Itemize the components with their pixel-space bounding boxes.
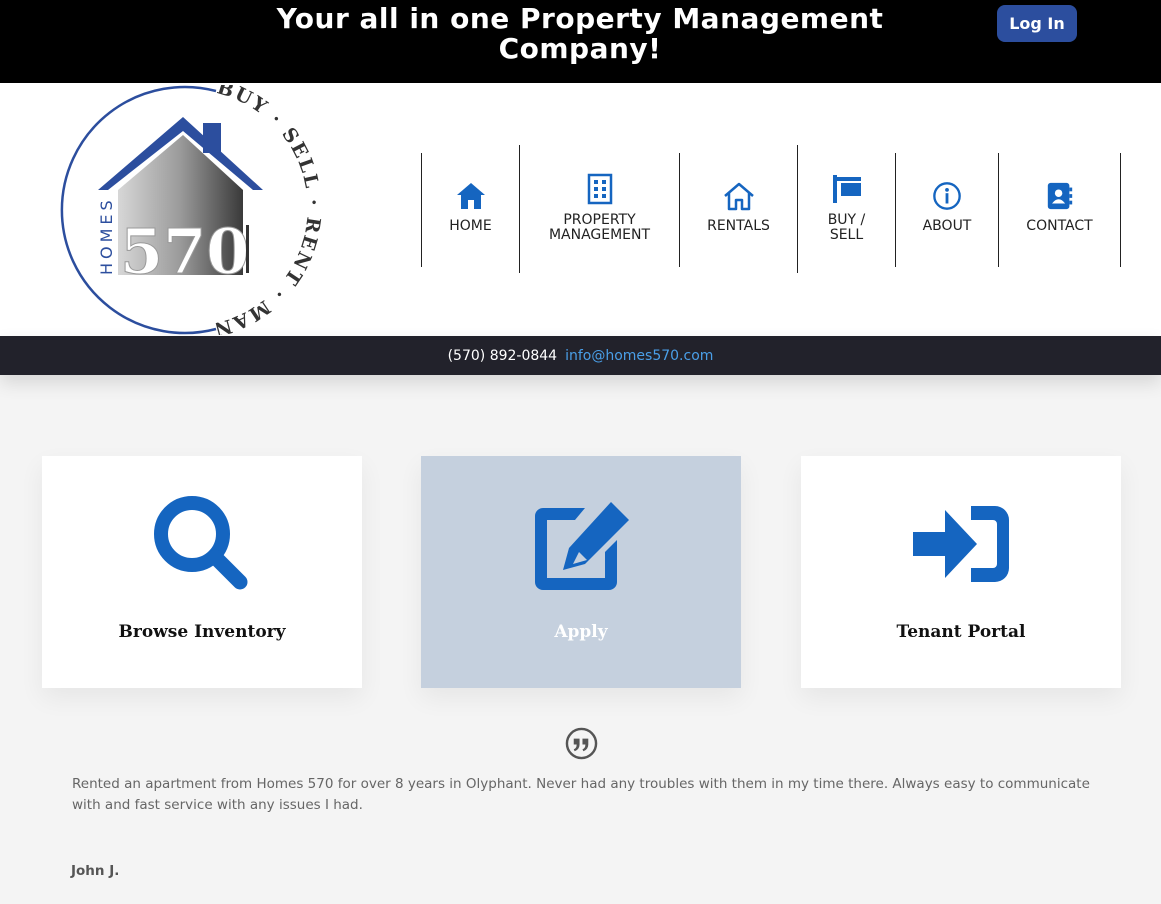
tenant-portal-card[interactable]: Tenant Portal	[801, 456, 1121, 688]
address-book-icon	[1047, 182, 1072, 210]
house-outline-icon	[723, 182, 754, 211]
headline-line-1: Your all in one Property Management	[276, 2, 884, 35]
top-banner: Your all in one Property Management Comp…	[0, 0, 1161, 83]
apply-card[interactable]: Apply	[421, 456, 741, 688]
nav-label-property: PROPERTY	[563, 212, 636, 228]
tenant-portal-label: Tenant Portal	[896, 622, 1026, 642]
search-icon	[154, 496, 248, 590]
nav-item-property-management[interactable]: PROPERTY MANAGEMENT	[520, 173, 679, 243]
testimonial-text: Rented an apartment from Homes 570 for o…	[72, 776, 1090, 813]
nav-item-home[interactable]: HOME	[422, 181, 519, 234]
nav-label-buy: BUY /	[827, 212, 866, 228]
browse-inventory-label: Browse Inventory	[118, 622, 286, 642]
site-header: 570 HOMES BUY · SELL · RENT · MANAGE · H…	[0, 68, 1161, 341]
nav-item-about[interactable]: ABOUT	[896, 181, 998, 234]
info-icon	[933, 182, 961, 210]
nav-label-management: MANAGEMENT	[548, 227, 651, 243]
nav-label-contact: CONTACT	[1026, 218, 1093, 234]
main-nav: HOME PROPERTY MANAGEMENT RENTALS BUY / S…	[0, 83, 1161, 336]
testimonial-author: John J.	[71, 863, 120, 879]
building-icon	[587, 173, 612, 205]
nav-label-rentals: RENTALS	[707, 218, 770, 234]
nav-label-about: ABOUT	[922, 218, 972, 234]
quote-icon	[565, 727, 598, 760]
headline-line-2: Company!	[498, 32, 662, 65]
apply-label: Apply	[554, 622, 608, 642]
sign-icon	[832, 175, 861, 203]
edit-icon	[535, 502, 629, 590]
home-icon	[456, 183, 485, 209]
nav-item-contact[interactable]: CONTACT	[999, 181, 1120, 234]
banner-headline: Your all in one Property Management Comp…	[270, 4, 890, 64]
sign-in-icon	[913, 506, 1009, 582]
browse-inventory-card[interactable]: Browse Inventory	[42, 456, 362, 688]
nav-label-home: HOME	[449, 218, 492, 234]
email-link[interactable]: info@homes570.com	[565, 348, 713, 364]
login-button[interactable]: Log In	[997, 5, 1077, 42]
contact-strip: (570) 892-0844 info@homes570.com	[0, 336, 1161, 375]
nav-item-rentals[interactable]: RENTALS	[680, 181, 797, 234]
nav-label-sell: SELL	[829, 227, 864, 243]
nav-item-buy-sell[interactable]: BUY / SELL	[798, 173, 895, 243]
phone-number[interactable]: (570) 892-0844	[448, 348, 558, 364]
